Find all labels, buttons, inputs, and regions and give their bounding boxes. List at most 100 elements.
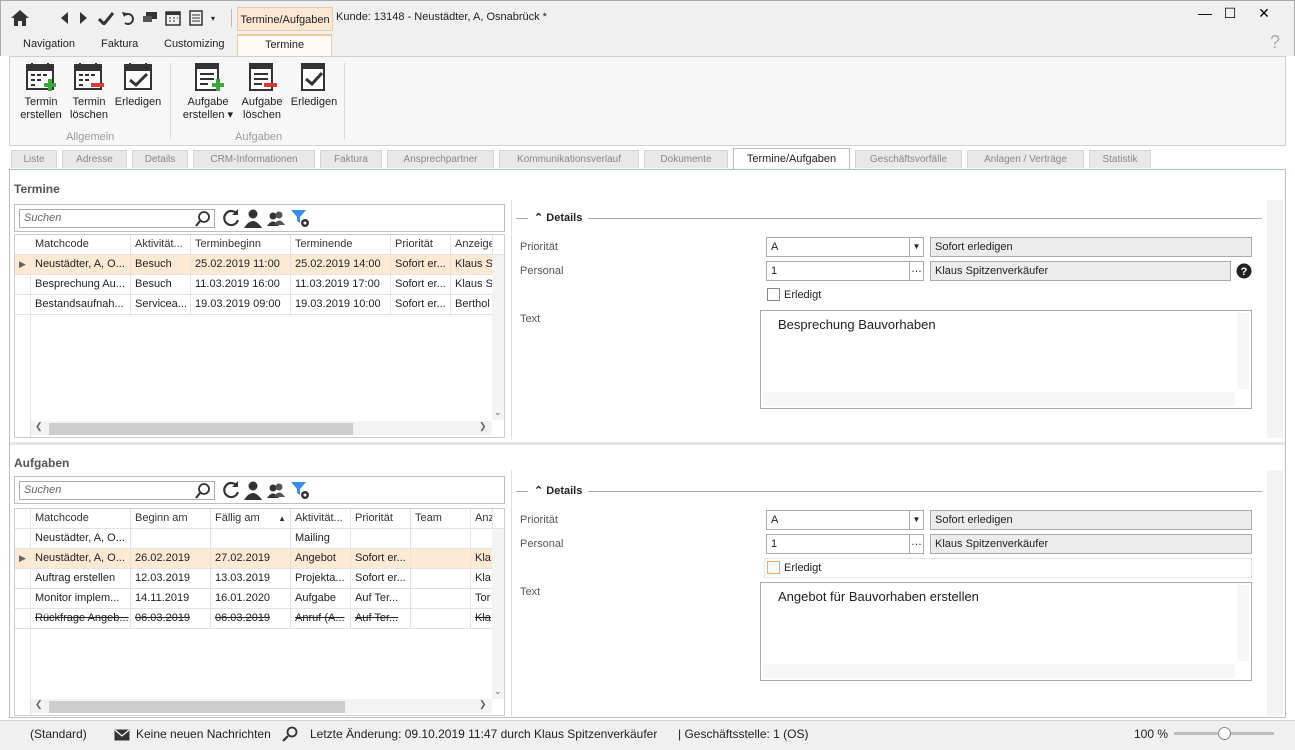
column-header[interactable]: Anzeige xyxy=(451,235,493,255)
search-icon[interactable] xyxy=(195,211,211,227)
column-header[interactable]: Aktivität... xyxy=(291,509,351,529)
users-group-icon[interactable] xyxy=(266,480,286,500)
personal-input[interactable]: 1 … xyxy=(766,261,924,281)
table-row[interactable]: Monitor implem... 14.11.2019 16.01.2020 … xyxy=(15,589,504,609)
column-header[interactable]: Aktivität... xyxy=(131,235,191,255)
column-header[interactable]: Priorität xyxy=(351,509,411,529)
erledigt-checkbox[interactable] xyxy=(767,288,780,301)
chevron-down-icon[interactable]: ▼ xyxy=(909,238,923,256)
erledigen-aufgabe-button[interactable]: Erledigen xyxy=(290,61,338,109)
table-row[interactable]: Rückfrage Angeb... 06.03.2019 06.03.2019… xyxy=(15,609,504,629)
tab-kommunikationsverlauf[interactable]: Kommunikationsverlauf xyxy=(499,150,639,168)
help-icon[interactable]: ? xyxy=(1270,32,1280,53)
column-header[interactable]: Terminende xyxy=(291,235,391,255)
column-header[interactable]: Anz xyxy=(471,509,493,529)
tab-faktura-page[interactable]: Faktura xyxy=(320,150,382,168)
tab-termine-aufgaben[interactable]: Termine/Aufgaben xyxy=(733,148,850,170)
tab-crm-informationen[interactable]: CRM-Informationen xyxy=(193,150,315,168)
vertical-scrollbar[interactable]: ⌄ xyxy=(492,529,504,699)
horizontal-scrollbar[interactable]: ❮ ❯ xyxy=(31,699,492,713)
section-splitter[interactable] xyxy=(10,442,1285,445)
status-messages[interactable]: Keine neuen Nachrichten xyxy=(136,727,271,741)
column-header[interactable]: Priorität xyxy=(391,235,451,255)
tab-adresse[interactable]: Adresse xyxy=(62,150,127,168)
search-icon[interactable] xyxy=(282,726,298,742)
ellipsis-button[interactable]: … xyxy=(909,535,923,553)
tab-ansprechpartner[interactable]: Ansprechpartner xyxy=(387,150,494,168)
tab-geschaeftsvorfaelle[interactable]: Geschäftsvorfälle xyxy=(855,150,962,168)
table-row[interactable]: Bestandsaufnah... Servicea... 19.03.2019… xyxy=(15,295,504,315)
text-area[interactable]: Angebot für Bauvorhaben erstellen xyxy=(760,582,1252,681)
column-header[interactable]: Terminbeginn xyxy=(191,235,291,255)
details-scrollbar[interactable] xyxy=(1267,200,1283,438)
refresh-icon[interactable] xyxy=(221,208,241,228)
chat-icon[interactable] xyxy=(141,9,159,27)
user-icon[interactable] xyxy=(243,480,263,500)
tab-customizing[interactable]: Customizing xyxy=(164,38,225,50)
prioritaet-select[interactable]: A ▼ xyxy=(766,237,924,257)
help-circle-icon[interactable]: ? xyxy=(1236,263,1252,279)
aufgabe-loeschen-button[interactable]: Aufgabe löschen xyxy=(238,61,286,122)
check-icon[interactable] xyxy=(97,9,115,27)
text-area[interactable]: Besprechung Bauvorhaben xyxy=(760,310,1252,409)
list-icon[interactable] xyxy=(187,9,205,27)
vertical-scrollbar[interactable]: ⌄ xyxy=(492,255,504,420)
ellipsis-button[interactable]: … xyxy=(909,262,923,280)
details-header[interactable]: ⌃ Details xyxy=(528,484,589,497)
scrollbar-thumb[interactable] xyxy=(49,423,353,435)
prioritaet-select[interactable]: A ▼ xyxy=(766,510,924,530)
chevron-down-icon[interactable]: ▼ xyxy=(909,511,923,529)
termin-loeschen-button[interactable]: Termin löschen xyxy=(65,61,113,122)
filter-settings-icon[interactable] xyxy=(290,208,310,228)
close-button[interactable]: ✕ xyxy=(1252,5,1276,21)
tab-details[interactable]: Details xyxy=(132,150,188,168)
details-header[interactable]: ⌃ Details xyxy=(528,211,589,224)
vertical-scrollbar[interactable] xyxy=(1237,585,1249,661)
tab-navigation[interactable]: Navigation xyxy=(23,38,75,50)
search-icon[interactable] xyxy=(195,483,211,499)
minimize-button[interactable]: — xyxy=(1193,5,1217,21)
termin-erstellen-button[interactable]: Termin erstellen xyxy=(16,61,66,122)
horizontal-scrollbar[interactable] xyxy=(763,392,1235,406)
active-document-tab[interactable]: Termine/Aufgaben xyxy=(237,7,333,31)
forward-icon[interactable] xyxy=(75,9,93,27)
vertical-scrollbar[interactable] xyxy=(1237,313,1249,389)
refresh-icon[interactable] xyxy=(221,480,241,500)
column-header[interactable]: Team xyxy=(411,509,471,529)
column-header[interactable]: Fällig am ▲ xyxy=(211,509,291,529)
customize-dropdown-icon[interactable]: ▾ xyxy=(207,9,219,27)
aufgabe-erstellen-button[interactable]: Aufgabe erstellen ▾ xyxy=(180,61,236,122)
table-row[interactable]: Neustädter, A, O... Mailing xyxy=(15,529,504,549)
horizontal-scrollbar[interactable]: ❮ ❯ xyxy=(31,421,492,435)
details-scrollbar[interactable] xyxy=(1267,470,1283,716)
tab-dokumente[interactable]: Dokumente xyxy=(644,150,728,168)
erledigt-checkbox[interactable] xyxy=(767,561,780,574)
zoom-slider[interactable] xyxy=(1174,727,1274,740)
filter-settings-icon[interactable] xyxy=(290,480,310,500)
splitter[interactable] xyxy=(511,470,512,716)
users-group-icon[interactable] xyxy=(266,208,286,228)
tab-anlagen-vertraege[interactable]: Anlagen / Verträge xyxy=(967,150,1084,168)
column-header[interactable]: Matchcode xyxy=(31,235,131,255)
erledigen-termin-button[interactable]: Erledigen xyxy=(114,61,162,109)
aufgaben-search-input[interactable]: Suchen xyxy=(19,481,215,500)
column-header[interactable]: Matchcode xyxy=(31,509,131,529)
table-row[interactable]: ▶ Neustädter, A, O... 26.02.2019 27.02.2… xyxy=(15,549,504,569)
tab-statistik[interactable]: Statistik xyxy=(1089,150,1151,168)
table-row[interactable]: Auftrag erstellen 12.03.2019 13.03.2019 … xyxy=(15,569,504,589)
undo-icon[interactable] xyxy=(119,9,137,27)
table-row[interactable]: Besprechung Au... Besuch 11.03.2019 16:0… xyxy=(15,275,504,295)
zoom-slider-thumb[interactable] xyxy=(1218,727,1231,740)
personal-input[interactable]: 1 … xyxy=(766,534,924,554)
calendar-icon[interactable] xyxy=(164,9,182,27)
column-header[interactable]: Beginn am xyxy=(131,509,211,529)
scrollbar-thumb[interactable] xyxy=(49,701,345,713)
table-row[interactable]: ▶ Neustädter, A, O... Besuch 25.02.2019 … xyxy=(15,255,504,275)
maximize-button[interactable]: ☐ xyxy=(1218,5,1242,21)
back-icon[interactable] xyxy=(55,9,73,27)
splitter[interactable] xyxy=(511,200,512,440)
tab-termine[interactable]: Termine xyxy=(237,34,332,56)
tab-faktura[interactable]: Faktura xyxy=(101,38,138,50)
home-icon[interactable] xyxy=(9,9,31,27)
tab-liste[interactable]: Liste xyxy=(11,150,57,168)
